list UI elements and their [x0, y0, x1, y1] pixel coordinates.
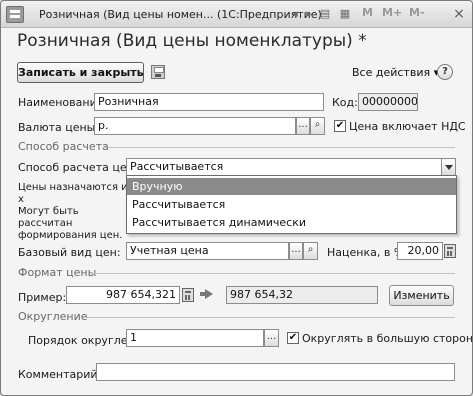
calculator-icon[interactable]	[182, 288, 194, 302]
calculator-icon[interactable]	[444, 244, 456, 258]
description-line: Могут быть рассчитан	[18, 206, 79, 229]
base-price-type-select-button[interactable]: ...	[289, 242, 303, 260]
change-format-button[interactable]: Изменить	[389, 285, 454, 306]
currency-select-button[interactable]: ...	[296, 117, 310, 135]
search-icon: ⌕	[314, 119, 321, 130]
code-label: Код:	[332, 96, 358, 109]
base-price-type-label: Базовый вид цен:	[18, 246, 121, 259]
help-button[interactable]: ?	[437, 64, 453, 80]
description-line: Цены назначаются и х	[18, 182, 128, 205]
save-and-close-button[interactable]: Записать и закрыть	[17, 62, 144, 83]
format-group-title: Формат цены	[18, 266, 97, 279]
comment-field[interactable]	[96, 363, 455, 381]
description-line: формирования цен.	[18, 230, 123, 241]
memory-button-m[interactable]: M	[362, 6, 373, 19]
rounding-order-select-button[interactable]: ...	[264, 329, 279, 347]
calc-group-divider	[103, 147, 455, 148]
calendar-icon[interactable]: ▦	[337, 6, 353, 22]
calc-method-dropdown-button[interactable]	[441, 158, 456, 176]
arrow-right-icon	[205, 289, 213, 299]
app-icon[interactable]	[6, 6, 24, 23]
memory-button-m-plus[interactable]: M+	[382, 6, 402, 19]
markup-field[interactable]: 20,00	[397, 242, 443, 260]
dropdown-option-manual[interactable]: Вручную	[127, 178, 456, 195]
window-title: Розничная (Вид цены номен... (1С:Предпри…	[39, 8, 322, 21]
rounding-group-divider	[83, 317, 455, 318]
format-group-divider	[91, 273, 455, 274]
form-title: Розничная (Вид цены номенклатуры) *	[17, 31, 367, 51]
save-icon[interactable]	[151, 65, 165, 79]
forward-icon[interactable]: ▸	[301, 6, 317, 22]
rounding-group-title: Округление	[18, 310, 88, 323]
format-result-field: 987 654,32	[226, 286, 378, 304]
example-label: Пример:	[18, 291, 67, 304]
currency-field[interactable]: р.	[94, 117, 296, 135]
example-field[interactable]: 987 654,321	[66, 286, 180, 304]
close-icon[interactable]: ×	[451, 6, 467, 22]
vat-included-checkbox[interactable]: ✔	[334, 120, 346, 132]
dropdown-option-calculated-dynamic[interactable]: Рассчитывается динамически	[127, 214, 456, 231]
calc-method-description: Цены назначаются и х Могут быть рассчита…	[18, 182, 128, 242]
currency-open-button[interactable]: ⌕	[310, 117, 325, 135]
search-icon: ⌕	[307, 244, 314, 255]
base-price-type-field[interactable]: Учетная цена	[126, 242, 289, 260]
name-field[interactable]: Розничная	[94, 93, 324, 111]
round-up-label: Округлять в большую сторону	[302, 332, 473, 345]
markup-label: Наценка, в %:	[327, 246, 408, 259]
dropdown-option-calculated[interactable]: Рассчитывается	[127, 196, 456, 213]
code-field[interactable]: 000000003	[358, 93, 418, 111]
currency-label: Валюта цены:	[18, 121, 100, 134]
round-up-checkbox[interactable]: ✔	[287, 332, 299, 344]
calculator-icon[interactable]: ▤	[317, 6, 333, 22]
all-actions-menu[interactable]: Все действия ▾	[352, 66, 439, 79]
vat-included-label: Цена включает НДС	[349, 120, 466, 133]
calc-group-title: Способ расчета	[18, 140, 109, 153]
comment-label: Комментарий:	[18, 368, 102, 381]
title-bar: Розничная (Вид цены номен... (1С:Предпри…	[1, 1, 472, 28]
calc-method-dropdown-list: Вручную Рассчитывается Рассчитывается ди…	[126, 175, 457, 234]
form-window: Розничная (Вид цены номен... (1С:Предпри…	[0, 0, 473, 396]
base-price-type-open-button[interactable]: ⌕	[303, 242, 318, 260]
calc-method-field[interactable]: Рассчитывается	[126, 158, 442, 176]
rounding-order-field[interactable]: 1	[126, 329, 264, 347]
memory-button-m-minus[interactable]: M-	[409, 6, 425, 19]
